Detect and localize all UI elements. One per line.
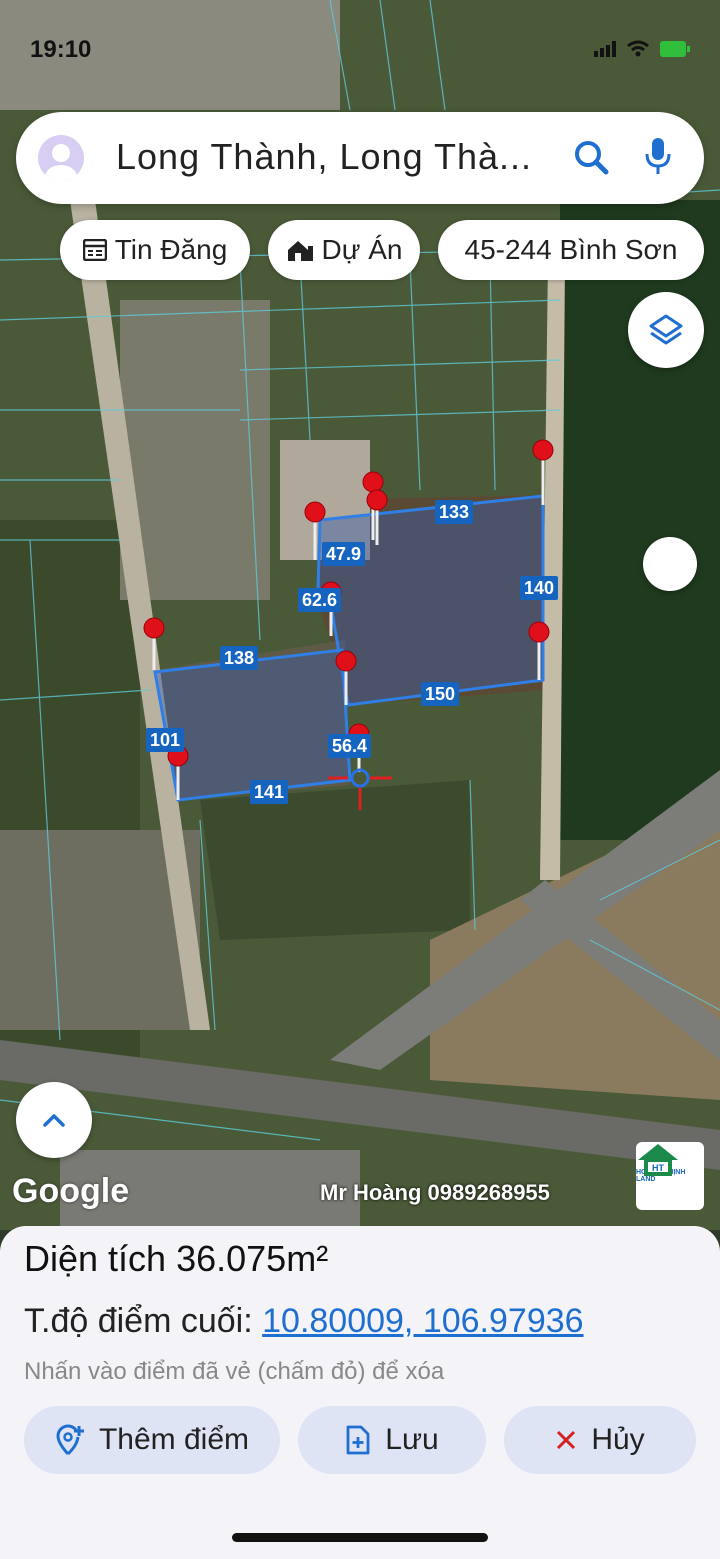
segment-label: 140 [520,576,559,600]
cancel-label: Hủy [591,1423,645,1456]
house-logo-icon: HT [638,1144,678,1176]
map-pin [335,650,357,672]
chip-label: 45-244 Bình Sơn [464,234,678,265]
chip-location[interactable]: 45-244 Bình Sơn [438,220,704,280]
search-bar[interactable]: Long Thành, Long Thà... [16,112,704,204]
coordinate-label: T.độ điểm cuối: [24,1302,253,1340]
area-value: 36.075m² [176,1238,329,1279]
svg-text:HT: HT [652,1163,664,1173]
search-icon[interactable] [572,136,612,180]
layers-button[interactable] [628,292,704,368]
area-row: Diện tích 36.075m² [24,1238,328,1280]
status-time: 19:10 [30,36,92,63]
map-pin [143,617,165,639]
add-location-icon [56,1424,84,1456]
wifi-icon [627,40,649,57]
measurement-panel: Diện tích 36.075m² T.độ điểm cuối: 10.80… [0,1226,720,1559]
chip-projects[interactable]: Dự Án [268,220,420,280]
map-control-dot[interactable] [643,537,697,591]
segment-label: 133 [435,500,474,524]
segment-label: 62.6 [298,588,342,612]
map-pin [362,471,384,493]
save-label: Lưu [385,1423,439,1456]
map-pin [528,621,550,643]
user-icon [45,144,77,181]
segment-label: 150 [421,682,460,706]
layers-icon [649,314,683,345]
segment-label: 101 [146,728,185,752]
add-point-label: Thêm điểm [98,1423,250,1456]
map-pin [532,439,554,461]
avatar[interactable] [38,135,84,181]
microphone-icon[interactable] [642,136,674,180]
google-logo: Google [12,1172,130,1210]
close-icon [557,1430,576,1450]
segment-label: 138 [220,646,259,670]
map-pin [366,489,388,511]
coordinate-row: T.độ điểm cuối: 10.80009, 106.97936 [24,1302,584,1341]
segment-label: 141 [250,780,289,804]
project-icon [287,241,313,261]
expand-up-button[interactable] [16,1082,92,1158]
map-pin [304,501,326,523]
company-logo: HT HOÀNG THỊNH LAND [636,1142,704,1210]
segment-label: 47.9 [322,542,366,566]
hint-text: Nhấn vào điểm đã vẻ (chấm đỏ) để xóa [24,1358,445,1385]
segment-label: 56.4 [328,734,372,758]
signal-icon [594,41,616,57]
home-indicator[interactable] [232,1533,488,1542]
add-point-button[interactable]: Thêm điểm [24,1406,280,1474]
status-icons [594,40,690,58]
save-file-icon [346,1425,370,1455]
battery-icon [660,41,690,57]
area-label: Diện tích [24,1238,167,1279]
chip-label: Dự Án [321,234,403,265]
listing-icon [82,239,107,261]
chevron-up-icon [43,1114,65,1127]
owner-watermark: Mr Hoàng 0989268955 [320,1180,550,1205]
coordinate-link[interactable]: 10.80009, 106.97936 [262,1302,583,1340]
chip-listings[interactable]: Tin Đăng [60,220,250,280]
cancel-button[interactable]: Hủy [504,1406,696,1474]
chip-label: Tin Đăng [114,234,228,265]
status-bar: 19:10 [30,36,690,68]
search-input[interactable]: Long Thành, Long Thà... [116,136,566,178]
save-button[interactable]: Lưu [298,1406,486,1474]
